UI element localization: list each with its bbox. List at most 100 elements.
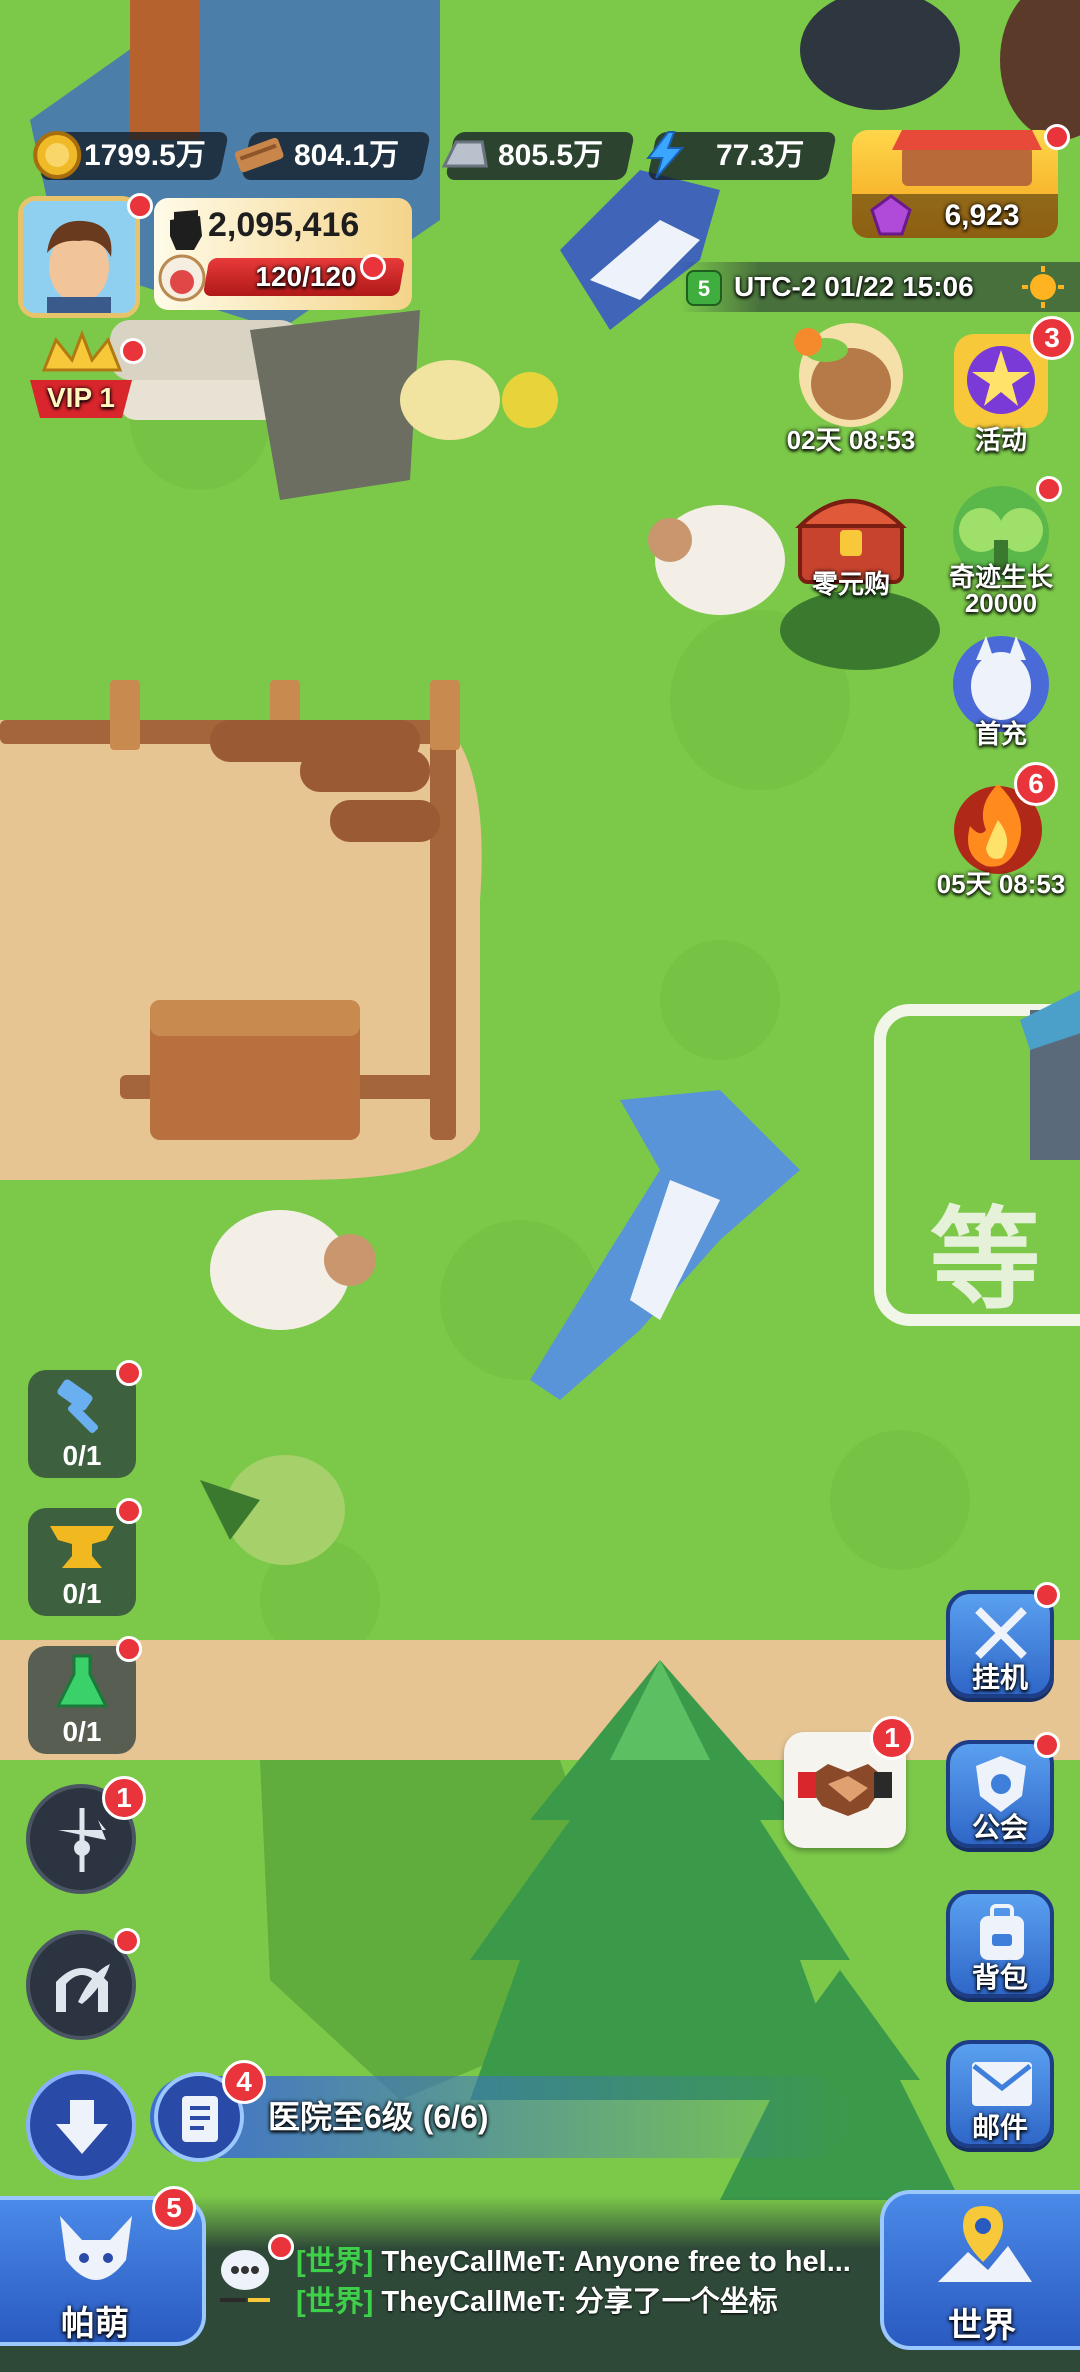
speed-arrow-icon (56, 2100, 108, 2154)
chat-channel: [世界] (296, 2286, 374, 2318)
server-time: UTC-2 01/22 15:06 (734, 271, 974, 302)
chat-sender: TheyCallMeT: (381, 2286, 567, 2318)
power-panel[interactable]: 2,095,416 120/120 (154, 198, 412, 310)
world-button[interactable]: 世界 (880, 2190, 1080, 2350)
vip-badge[interactable]: VIP 1 (26, 330, 146, 430)
game-scene[interactable]: 1799.5万 804.1万 805.5万 77.3万 6,923 2,095,… (0, 0, 1080, 2372)
plot-label: 等 (930, 1199, 1040, 1322)
anvil-icon (50, 1526, 114, 1568)
resource-wood[interactable]: 804.1万 (234, 132, 432, 180)
miracle-growth-title: 奇迹生长 (948, 562, 1053, 592)
vip-notification-dot (120, 338, 146, 364)
resource-energy-value: 77.3万 (716, 139, 805, 172)
shop-button[interactable]: 6,923 (852, 124, 1070, 238)
world-map-pin-icon (938, 2206, 1032, 2282)
mail-icon (972, 2062, 1032, 2106)
build-queue-button[interactable]: 0/1 (28, 1360, 142, 1478)
avatar-notification-dot (127, 193, 153, 219)
shop-stall-icon (892, 130, 1042, 186)
lightning-icon (638, 128, 692, 182)
resource-gold-value: 1799.5万 (84, 139, 206, 172)
vip-level: VIP 1 (47, 382, 115, 413)
event-timer-2[interactable]: 05天 08:53 6 (936, 762, 1066, 900)
gem-icon (870, 194, 912, 236)
event-timer-2-badge: 6 (1014, 762, 1058, 806)
player-portrait-icon (23, 201, 135, 313)
capybara-event-icon (794, 323, 903, 427)
miracle-growth-button[interactable]: 奇迹生长 20000 (936, 476, 1066, 616)
chat-message: Anyone free to hel... (573, 2246, 851, 2278)
build-queue-dot (116, 1360, 142, 1386)
speed-button[interactable] (26, 2070, 136, 2180)
chat-sender: TheyCallMeT: (381, 2246, 567, 2278)
crown-icon (30, 330, 132, 418)
hammer-icon (57, 1379, 99, 1434)
quest-bar[interactable]: 4 医院至6级 (6/6) (150, 2060, 850, 2162)
lab-queue-dot (116, 1636, 142, 1662)
miracle-growth-dot (1036, 476, 1062, 502)
resource-iron[interactable]: 805.5万 (441, 132, 636, 180)
guild-dot (1034, 1732, 1060, 1758)
pets-label: 帕萌 (61, 2305, 129, 2343)
pets-button[interactable]: 帕萌 5 (0, 2186, 206, 2346)
activity-badge: 3 (1030, 316, 1074, 360)
resource-energy[interactable]: 77.3万 (646, 131, 838, 180)
quest-scroll-icon (182, 2096, 218, 2142)
trade-badge: 1 (870, 1716, 914, 1760)
world-map (0, 0, 1080, 2372)
flask-icon (55, 1654, 109, 1708)
event-timer-2-label: 05天 08:53 (936, 869, 1066, 899)
first-charge-label: 首充 (974, 719, 1027, 749)
miracle-growth-value: 20000 (964, 588, 1038, 618)
sun-icon (1022, 266, 1064, 308)
activity-button[interactable]: 活动 3 (936, 316, 1074, 455)
chat-line-1: [世界] TheyCallMeT: Anyone free to hel... (296, 2238, 851, 2280)
chat-notification-dot (268, 2234, 294, 2260)
stamina-notification-dot (360, 254, 386, 280)
forge-queue-button[interactable]: 0/1 (28, 1498, 142, 1616)
stamina-potion-icon (158, 254, 206, 302)
mail-label: 邮件 (971, 2112, 1028, 2143)
mail-button[interactable]: 邮件 (946, 2040, 1054, 2148)
pets-badge: 5 (152, 2186, 196, 2230)
building-icon (1020, 990, 1080, 1160)
chat-bubble-icon (220, 2250, 270, 2302)
resource-gold[interactable]: 1799.5万 (33, 131, 230, 180)
arch-feather-button[interactable] (26, 1928, 140, 2040)
quest-text: 医院至6级 (6/6) (268, 2099, 489, 2135)
lab-queue-button[interactable]: 0/1 (28, 1636, 142, 1754)
resource-wood-value: 804.1万 (294, 139, 400, 172)
miracle-growth-label: 奇迹生长 20000 (896, 564, 1080, 616)
activity-label: 活动 (974, 425, 1027, 455)
avatar[interactable] (18, 193, 153, 318)
arch-feather-icon (56, 1964, 110, 2012)
server-time-bar: 5 UTC-2 01/22 15:06 (680, 262, 1080, 312)
idle-button[interactable]: 挂机 (946, 1582, 1060, 1698)
swords-icon (975, 1607, 1027, 1659)
guild-button[interactable]: 公会 (946, 1732, 1060, 1848)
iron-ingot-icon (436, 128, 490, 182)
gold-coin-icon (30, 128, 84, 182)
weathervane-button[interactable]: 1 (26, 1776, 146, 1894)
first-charge-button[interactable]: 首充 (936, 630, 1066, 760)
chat-preview[interactable]: [世界] TheyCallMeT: Anyone free to hel... … (214, 2232, 864, 2352)
guild-label: 公会 (971, 1812, 1028, 1843)
arch-feather-dot (114, 1928, 140, 1954)
trade-button[interactable]: 1 (784, 1716, 914, 1848)
quest-badge: 4 (222, 2060, 266, 2104)
forge-queue-count: 0/1 (62, 1578, 102, 1609)
weathervane-icon (58, 1808, 106, 1872)
chat-channel: [世界] (296, 2246, 374, 2278)
build-queue-count: 0/1 (62, 1440, 102, 1471)
backpack-icon (980, 1904, 1024, 1960)
chat-message: 分享了一个坐标 (574, 2286, 778, 2318)
backpack-button[interactable]: 背包 (946, 1890, 1054, 1998)
idle-label: 挂机 (971, 1662, 1028, 1693)
idle-dot (1034, 1582, 1060, 1608)
resource-iron-value: 805.5万 (498, 139, 604, 172)
weathervane-badge: 1 (102, 1776, 146, 1820)
gem-count: 6,923 (944, 199, 1020, 232)
world-label: 世界 (948, 2307, 1016, 2345)
shop-notification-dot (1044, 124, 1070, 150)
chat-line-2: [世界] TheyCallMeT: 分享了一个坐标 (296, 2278, 778, 2320)
